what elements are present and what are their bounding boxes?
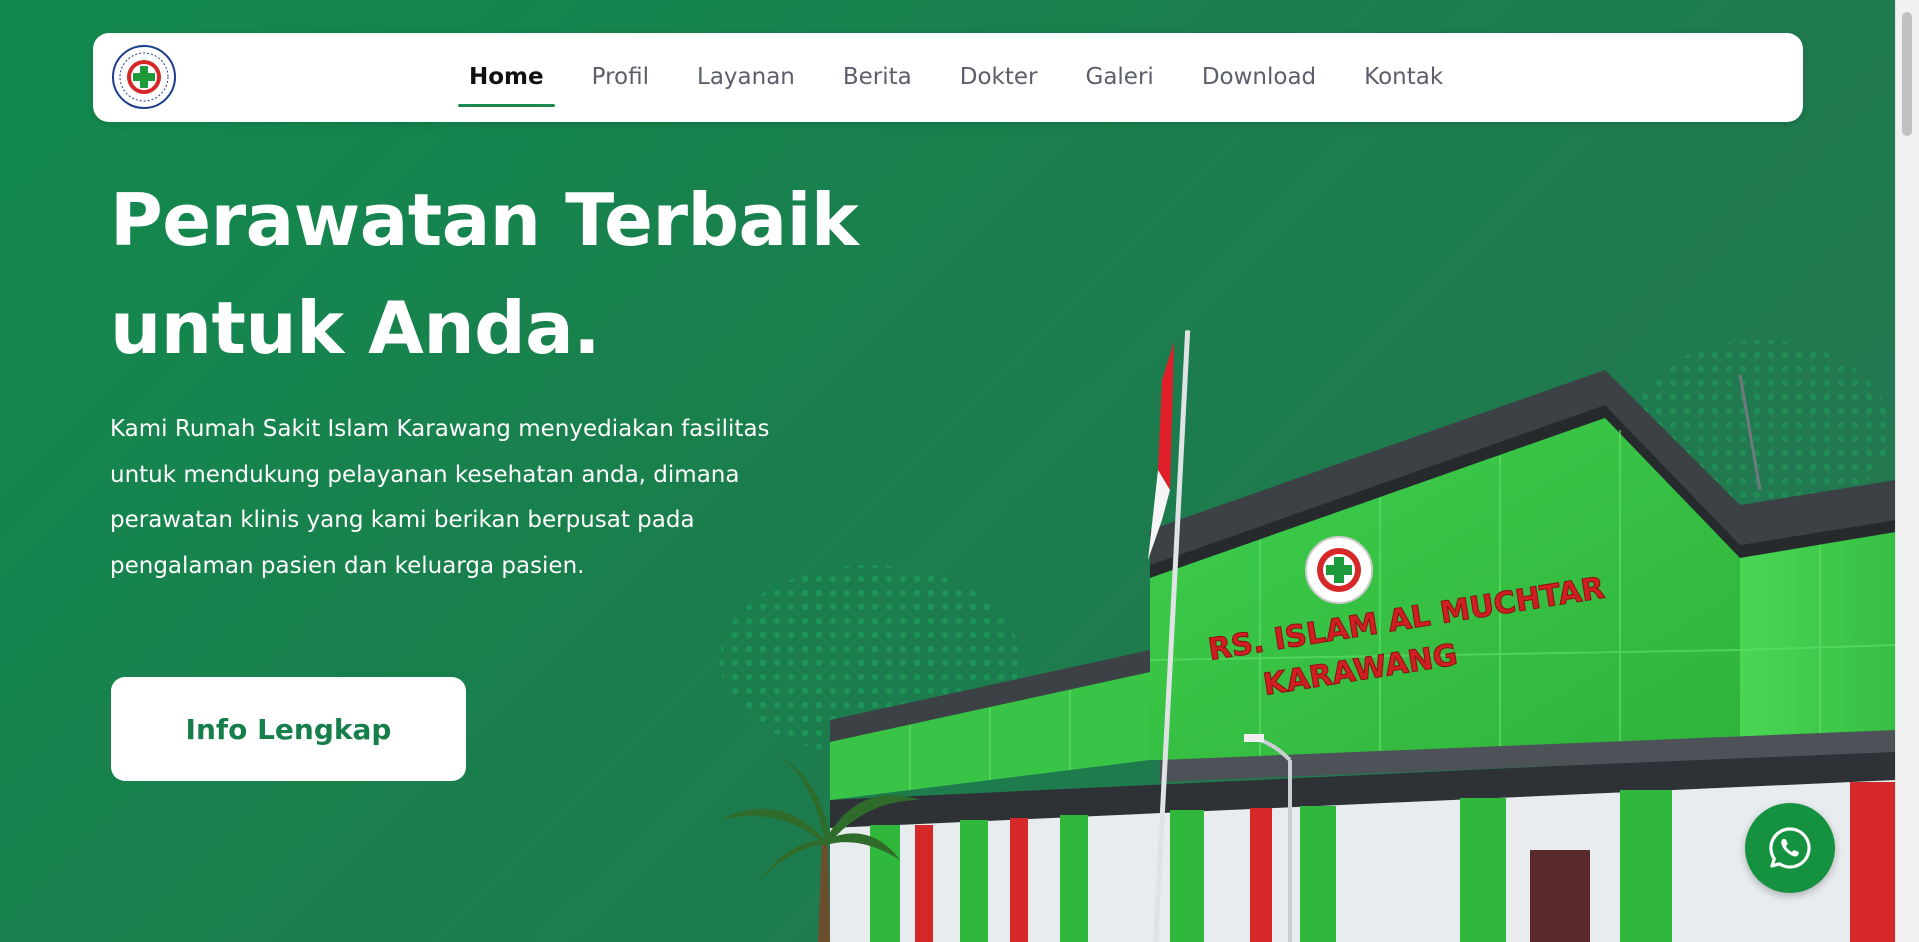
nav-item-home[interactable]: Home	[458, 33, 555, 122]
hospital-building-image: RS. ISLAM AL MUCHTAR KARAWANG	[700, 320, 1897, 942]
scrollbar-thumb[interactable]	[1902, 12, 1912, 136]
nav-item-profil[interactable]: Profil	[581, 33, 660, 122]
hospital-logo-icon[interactable]	[111, 44, 177, 110]
nav-item-kontak[interactable]: Kontak	[1353, 33, 1454, 122]
info-lengkap-button[interactable]: Info Lengkap	[111, 677, 466, 781]
nav-item-dokter[interactable]: Dokter	[949, 33, 1049, 122]
nav-item-galeri[interactable]: Galeri	[1075, 33, 1165, 122]
whatsapp-button[interactable]	[1745, 803, 1835, 893]
nav-item-download[interactable]: Download	[1191, 33, 1327, 122]
hero-page: Home Profil Layanan Berita Dokter Galeri…	[0, 0, 1919, 942]
hero-title-line1: Perawatan Terbaik	[110, 178, 859, 262]
nav-menu: Home Profil Layanan Berita Dokter Galeri…	[458, 33, 1480, 122]
whatsapp-icon	[1769, 827, 1811, 869]
page-scrollbar[interactable]	[1895, 0, 1919, 942]
nav-item-layanan[interactable]: Layanan	[686, 33, 806, 122]
navbar: Home Profil Layanan Berita Dokter Galeri…	[93, 33, 1803, 122]
nav-item-berita[interactable]: Berita	[832, 33, 923, 122]
